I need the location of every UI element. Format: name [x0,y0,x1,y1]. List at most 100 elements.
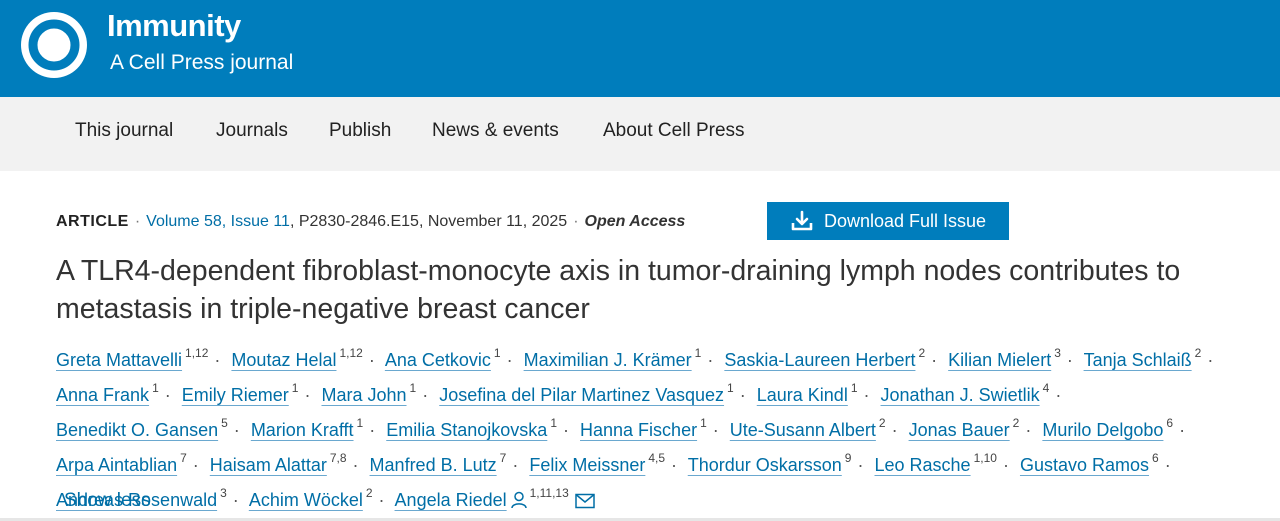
author-item: Arpa Aintablian 7 [56,451,187,475]
nav-item-journals[interactable]: Journals [216,120,288,142]
author-name-link[interactable]: Anna Frank [56,385,149,405]
author-name-link[interactable]: Greta Mattavelli [56,350,182,370]
author-item: Felix Meissner 4,5 [529,451,665,475]
author-name-link[interactable]: Jonas Bauer [909,420,1010,440]
email-icon[interactable] [575,493,595,509]
publication-date: November 11, 2025 [427,213,568,230]
author-name-link[interactable]: Leo Rasche [875,455,971,475]
author-separator: · [512,455,519,475]
author-name-link[interactable]: Tanja Schlaiß [1084,350,1192,370]
author-item: Kilian Mielert 3 [948,346,1061,370]
author-affiliation: 5 [221,416,228,430]
author-name-link[interactable]: Haisam Alattar [210,455,327,475]
author-affiliation: 1 [356,416,364,430]
author-affiliation: 2 [365,486,373,500]
author-separator: · [214,350,221,370]
author-item: Benedikt O. Gansen 5 [56,416,228,440]
author-name-link[interactable]: Josefina del Pilar Martinez Vasquez [439,385,724,405]
author-separator: · [671,455,678,475]
author-affiliation: 1 [291,381,299,395]
author-affiliation: 2 [918,346,926,360]
author-separator: · [233,420,240,440]
author-name-link[interactable]: Gustavo Ramos [1020,455,1149,475]
author-separator: · [563,420,569,440]
article-meta: ARTICLE · Volume 58, Issue 11, P2830-2846.… [56,213,685,231]
author-affiliation: 1,12 [339,346,363,360]
main-nav: This journal Journals Publish News & eve… [0,97,1280,171]
author-name-link[interactable]: Emily Riemer [182,385,289,405]
article-type: ARTICLE [56,213,129,230]
author-name-link[interactable]: Ana Cetkovic [385,350,491,370]
author-name-link[interactable]: Marion Krafft [251,420,354,440]
author-name-link[interactable]: Hanna Fischer [580,420,697,440]
download-full-issue-button[interactable]: Download Full Issue [767,202,1009,240]
author-separator: · [368,350,375,370]
author-name-link[interactable]: Laura Kindl [757,385,848,405]
author-separator: · [506,350,513,370]
volume-issue-link[interactable]: Volume 58, Issue 11 [146,213,290,230]
author-affiliation: 1,12 [185,346,209,360]
author-name-link[interactable]: Achim Wöckel [249,490,363,510]
author-item: Jonas Bauer 2 [909,416,1020,440]
author-name-link[interactable]: Benedikt O. Gansen [56,420,218,440]
author-separator: · [707,350,714,370]
author-separator: · [164,385,171,405]
author-separator: · [1179,420,1186,440]
author-affiliation: 7,8 [329,451,347,465]
author-item: Ana Cetkovic 1 [385,346,501,370]
journal-name[interactable]: Immunity [107,8,241,44]
author-item: Marion Krafft 1 [251,416,363,440]
author-separator: · [232,490,239,510]
author-separator: · [1025,420,1032,440]
author-affiliation: 1 [493,346,501,360]
author-item: Angela Riedel 1,11,13 [395,486,595,510]
nav-item-publish[interactable]: Publish [329,120,391,142]
author-item: Laura Kindl 1 [757,381,858,405]
author-item: Moutaz Helal 1,12 [231,346,362,370]
cell-press-logo-icon[interactable] [20,11,88,79]
author-name-link[interactable]: Angela Riedel [395,490,507,510]
author-name-link[interactable]: Ute-Susann Albert [730,420,876,440]
author-name-link[interactable]: Murilo Delgobo [1042,420,1163,440]
author-name-link[interactable]: Thordur Oskarsson [688,455,842,475]
author-name-link[interactable]: Jonathan J. Swietlik [881,385,1040,405]
author-name-link[interactable]: Moutaz Helal [231,350,336,370]
nav-item-news-events[interactable]: News & events [432,120,559,142]
author-affiliation: 2 [1194,346,1202,360]
nav-item-about-cell-press[interactable]: About Cell Press [603,120,745,142]
author-name-link[interactable]: Saskia-Laureen Herbert [724,350,915,370]
author-name-link[interactable]: Felix Meissner [529,455,645,475]
open-access-label: Open Access [584,213,686,230]
author-item: Emily Riemer 1 [182,381,299,405]
author-affiliation: 3 [220,486,227,500]
author-name-link[interactable]: Maximilian J. Krämer [524,350,692,370]
author-item: Haisam Alattar 7,8 [210,451,347,475]
author-name-link[interactable]: Arpa Aintablian [56,455,177,475]
meta-comma: , [289,213,299,230]
author-item: Gustavo Ramos 6 [1020,451,1159,475]
author-list: Greta Mattavelli 1,12 · Moutaz Helal 1,12 · … [56,340,1236,515]
meta-comma: , [418,213,428,230]
author-name-link[interactable]: Kilian Mielert [948,350,1051,370]
author-separator: · [378,490,385,510]
author-separator: · [1002,455,1009,475]
author-item: Jonathan J. Swietlik 4 [881,381,1050,405]
author-item: Tanja Schlaiß 2 [1084,346,1202,370]
author-affiliation: 6 [1152,451,1159,465]
author-name-link[interactable]: Emilia Stanojkovska [386,420,547,440]
show-less-link[interactable]: Show less [64,490,151,512]
author-item: Maximilian J. Krämer 1 [524,346,702,370]
author-separator: · [352,455,359,475]
nav-item-this-journal[interactable]: This journal [75,120,173,142]
author-item: Hanna Fischer 1 [580,416,707,440]
author-name-link[interactable]: Mara John [321,385,406,405]
author-item: Saskia-Laureen Herbert 2 [724,346,925,370]
download-button-label: Download Full Issue [823,210,987,231]
author-affiliation: 1 [152,381,159,395]
author-affiliation: 4,5 [648,451,666,465]
author-item: Mara John 1 [321,381,416,405]
person-icon[interactable] [510,491,527,509]
author-affiliation: 9 [844,451,852,465]
author-name-link[interactable]: Manfred B. Lutz [370,455,497,475]
author-separator: · [931,350,938,370]
